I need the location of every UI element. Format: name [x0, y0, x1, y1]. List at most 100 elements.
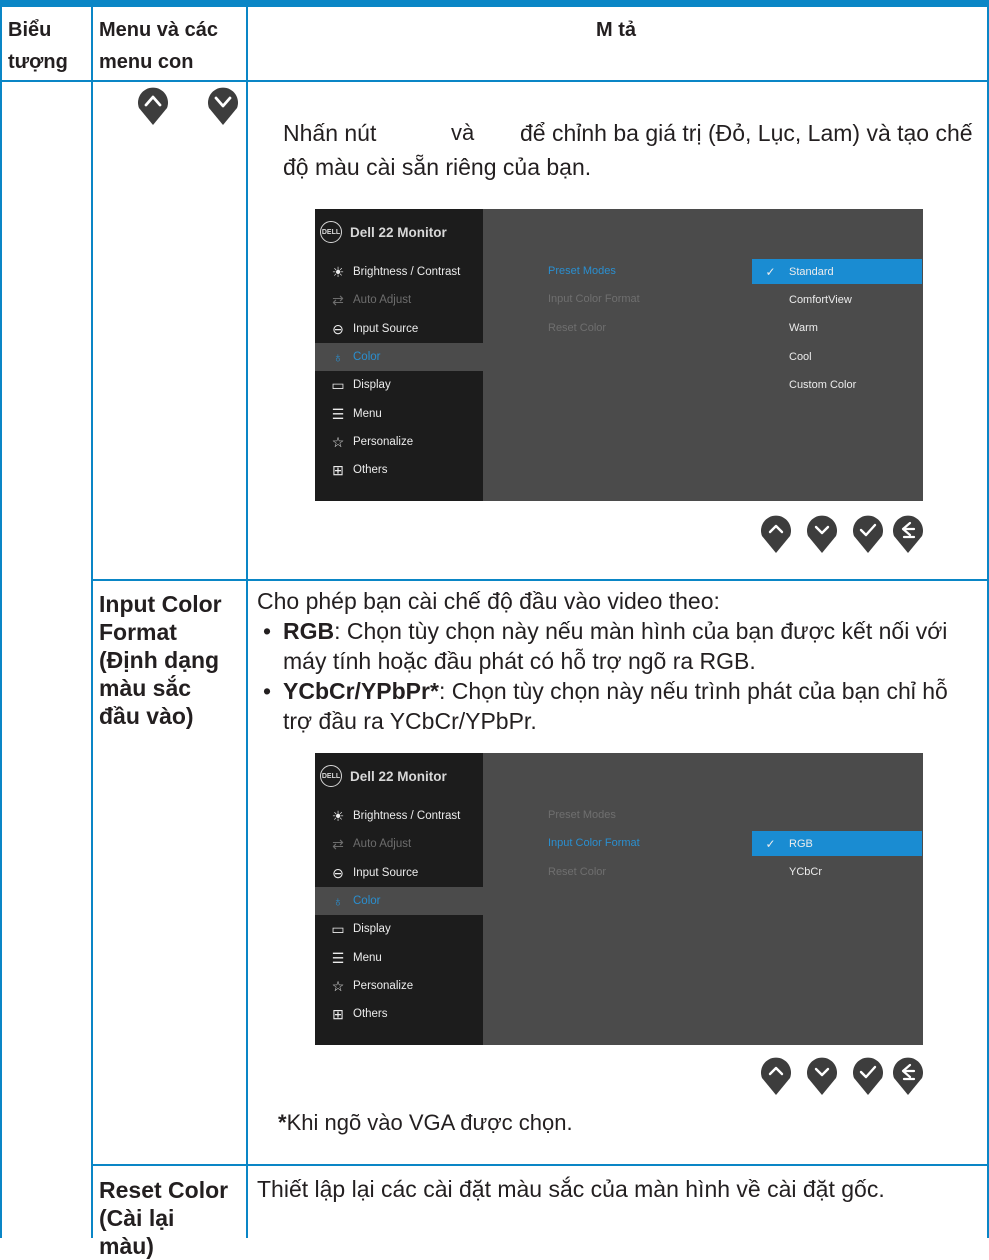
check-icon[interactable] — [851, 1054, 885, 1096]
osd-item-others[interactable]: ⊞ Others — [315, 1000, 483, 1028]
menu-name-reset-color: Reset Color (Cài lại màu) — [99, 1176, 228, 1260]
osd-item-label: Auto Adjust — [353, 838, 412, 850]
osd-item-personalize[interactable]: ☆ Personalize — [315, 972, 483, 1000]
header-text: Biểu — [8, 19, 52, 41]
row-separator-1 — [92, 579, 989, 581]
osd-menu-input-color-format: DELL Dell 22 Monitor ☀ Brightness / Contr… — [315, 753, 923, 1045]
menu-icon: ☰ — [331, 949, 345, 966]
osd-option-rgb[interactable]: ✓ RGB — [752, 831, 922, 856]
check-icon: ✓ — [765, 264, 776, 279]
dell-logo: DELL — [320, 221, 342, 243]
up-arrow-icon[interactable] — [759, 512, 793, 554]
row-separator-2 — [92, 1164, 989, 1166]
osd-item-label: Brightness / Contrast — [353, 266, 461, 278]
row2-description: Cho phép bạn cài chế độ đầu vào video th… — [257, 586, 977, 736]
osd-sub-preset-modes[interactable]: Preset Modes — [548, 265, 616, 277]
osd-item-label: Display — [353, 923, 391, 935]
display-icon: ▭ — [331, 376, 345, 393]
star-icon: ☆ — [331, 433, 345, 450]
up-arrow-icon[interactable] — [759, 1054, 793, 1096]
osd-item-auto-adjust[interactable]: ⇄ Auto Adjust — [315, 286, 483, 314]
osd-item-input-source[interactable]: ⊖ Input Source — [315, 315, 483, 343]
auto-adjust-icon: ⇄ — [332, 835, 344, 852]
brightness-icon: ☀ — [331, 263, 345, 280]
osd-item-color[interactable]: ♁ Color — [315, 343, 483, 371]
bullet-text: : Chọn tùy chọn này nếu trình phát của b… — [438, 678, 948, 704]
table-divider-1 — [91, 0, 93, 1238]
osd-item-others[interactable]: ⊞ Others — [315, 456, 483, 484]
bullet-ycbcr: • YCbCr/YPbPr*: Chọn tùy chọn này nếu trì… — [263, 678, 948, 704]
osd-sub-input-color-format[interactable]: Input Color Format — [548, 293, 640, 305]
osd-option-cool[interactable]: Cool — [752, 344, 922, 369]
row1-text: để chỉnh ba giá trị (Đỏ, Lục, Lam) và tạ… — [520, 120, 973, 146]
osd-title: DELL Dell 22 Monitor — [320, 220, 447, 244]
osd-item-menu[interactable]: ☰ Menu — [315, 944, 483, 972]
osd-sub-preset-modes[interactable]: Preset Modes — [548, 809, 616, 821]
osd-item-label: Color — [353, 351, 381, 363]
menu-name-line: Input Color — [99, 591, 222, 617]
top-border — [0, 0, 989, 7]
osd-item-personalize[interactable]: ☆ Personalize — [315, 428, 483, 456]
osd-item-label: Auto Adjust — [353, 294, 412, 306]
down-arrow-icon[interactable] — [805, 512, 839, 554]
display-icon: ▭ — [331, 920, 345, 937]
osd-option-label: RGB — [789, 837, 813, 850]
table-border-left — [0, 0, 2, 1238]
back-icon[interactable] — [891, 512, 925, 554]
osd-option-custom-color[interactable]: Custom Color — [752, 372, 922, 397]
back-icon[interactable] — [891, 1054, 925, 1096]
osd-option-ycbcr[interactable]: YCbCr — [752, 859, 922, 884]
header-text: menu con — [99, 51, 194, 73]
osd-item-menu[interactable]: ☰ Menu — [315, 400, 483, 428]
osd-item-label: Input Source — [353, 323, 419, 335]
up-arrow-icon — [138, 87, 168, 125]
osd-option-label: ComfortView — [789, 293, 852, 306]
menu-name-line: (Định dạng — [99, 647, 220, 673]
osd-sub-reset-color[interactable]: Reset Color — [548, 322, 606, 334]
auto-adjust-icon: ⇄ — [332, 291, 344, 308]
bullet-term: RGB — [283, 618, 335, 644]
check-icon[interactable] — [851, 512, 885, 554]
osd-title-text: Dell 22 Monitor — [350, 224, 447, 240]
osd-item-label: Input Source — [353, 867, 419, 879]
row1-text: và — [451, 120, 475, 145]
osd-menu-preset-modes: DELL Dell 22 Monitor ☀ Brightness / Contr… — [315, 209, 923, 501]
osd-option-comfortview[interactable]: ComfortView — [752, 287, 922, 312]
down-arrow-icon[interactable] — [805, 1054, 839, 1096]
footnote-text: Khi ngõ vào VGA được chọn. — [286, 1110, 573, 1135]
row1-text: Nhấn nút — [283, 120, 377, 146]
osd-item-auto-adjust[interactable]: ⇄ Auto Adjust — [315, 830, 483, 858]
osd-item-label: Personalize — [353, 980, 414, 992]
osd-item-label: Others — [353, 1008, 388, 1020]
table-divider-2 — [246, 0, 248, 1238]
osd-item-display[interactable]: ▭ Display — [315, 915, 483, 943]
dell-logo: DELL — [320, 765, 342, 787]
menu-name-line: đầu vào) — [99, 703, 194, 729]
header-text: tượng — [8, 51, 68, 73]
osd-option-warm[interactable]: Warm — [752, 315, 922, 340]
osd-sub-reset-color[interactable]: Reset Color — [548, 866, 606, 878]
osd-item-label: Brightness / Contrast — [353, 810, 461, 822]
header-separator — [0, 80, 989, 82]
bullet-term: YCbCr/YPbPr* — [283, 678, 439, 704]
menu-name-line: Format — [99, 619, 177, 645]
bullet-rgb: • RGB: Chọn tùy chọn này nếu màn hình của… — [263, 618, 948, 644]
osd-option-label: YCbCr — [789, 865, 823, 878]
osd-option-label: Standard — [789, 265, 834, 278]
osd-item-label: Display — [353, 379, 391, 391]
osd-sub-input-color-format[interactable]: Input Color Format — [548, 837, 640, 849]
row1-description: Nhấn nút và để chỉnh ba giá trị (Đỏ, Lục… — [283, 116, 973, 184]
menu-name-line: màu) — [99, 1233, 154, 1259]
osd-item-brightness[interactable]: ☀ Brightness / Contrast — [315, 258, 483, 286]
osd-item-label: Menu — [353, 408, 382, 420]
osd-option-standard[interactable]: ✓ Standard — [752, 259, 922, 284]
osd-item-color[interactable]: ♁ Color — [315, 887, 483, 915]
osd-item-display[interactable]: ▭ Display — [315, 371, 483, 399]
color-icon: ♁ — [332, 349, 344, 365]
menu-icon: ☰ — [331, 405, 345, 422]
osd-left-panel: DELL Dell 22 Monitor ☀ Brightness / Contr… — [315, 753, 483, 1045]
osd-item-input-source[interactable]: ⊖ Input Source — [315, 859, 483, 887]
osd-item-label: Others — [353, 464, 388, 476]
osd-item-brightness[interactable]: ☀ Brightness / Contrast — [315, 802, 483, 830]
osd-left-panel: DELL Dell 22 Monitor ☀ Brightness / Contr… — [315, 209, 483, 501]
